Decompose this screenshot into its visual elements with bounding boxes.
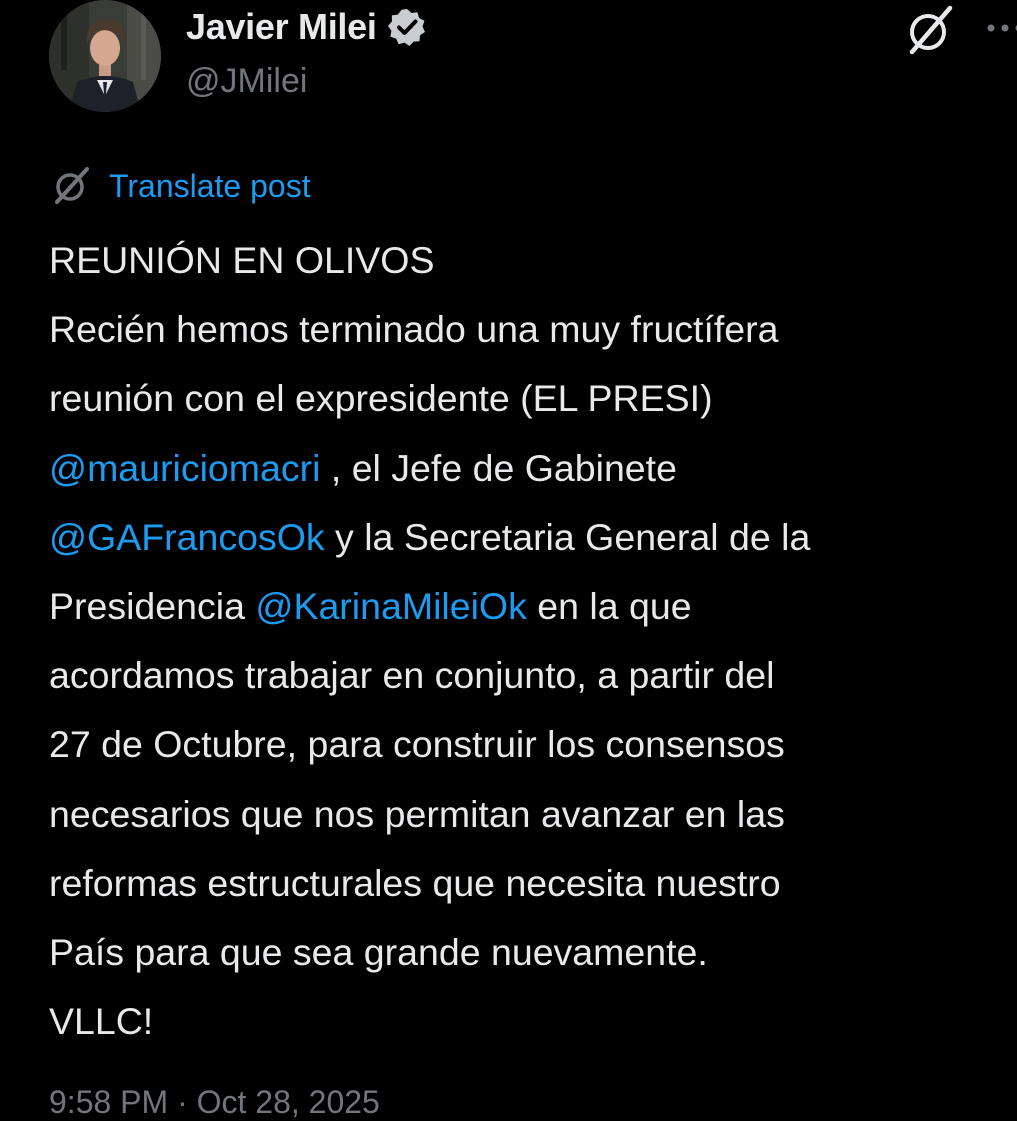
translate-row[interactable]: Translate post — [49, 164, 311, 208]
verified-badge-icon[interactable] — [387, 7, 427, 47]
post-timestamp[interactable]: 9:58 PM · Oct 28, 2025 — [49, 1084, 380, 1121]
post-line: VLLC! — [49, 987, 1017, 1056]
display-name[interactable]: Javier Milei — [186, 6, 377, 48]
post-line: necesarios que nos permitan avanzar en l… — [49, 780, 1017, 849]
mention-link[interactable]: @mauriciomacri — [49, 447, 320, 489]
post-line: Recién hemos terminado una muy fructífer… — [49, 295, 1017, 364]
post-line: Presidencia @KarinaMileiOk en la que — [49, 572, 1017, 641]
grok-icon[interactable] — [902, 2, 958, 58]
post-line: País para que sea grande nuevamente. — [49, 918, 1017, 987]
post-text-fragment: en la que — [527, 585, 692, 627]
post-text: REUNIÓN EN OLIVOS Recién hemos terminado… — [49, 226, 1017, 1056]
post-line: @GAFrancosOk y la Secretaria General de … — [49, 503, 1017, 572]
post-line: reunión con el expresidente (EL PRESI) — [49, 364, 1017, 433]
post-line: acordamos trabajar en conjunto, a partir… — [49, 641, 1017, 710]
post-line: reformas estructurales que necesita nues… — [49, 849, 1017, 918]
display-name-row: Javier Milei — [186, 2, 427, 52]
author-handle[interactable]: @JMilei — [186, 62, 307, 101]
post-line: REUNIÓN EN OLIVOS — [49, 226, 1017, 295]
post-text-fragment: Presidencia — [49, 585, 255, 627]
avatar[interactable] — [49, 0, 161, 112]
translate-post-link[interactable]: Translate post — [109, 168, 311, 205]
post-header: Javier Milei @JMilei — [0, 0, 1017, 140]
mention-link[interactable]: @GAFrancosOk — [49, 516, 325, 558]
post-line: 27 de Octubre, para construir los consen… — [49, 710, 1017, 779]
post-text-fragment: , el Jefe de Gabinete — [320, 447, 677, 489]
post-text-fragment: y la Secretaria General de la — [325, 516, 811, 558]
post-line: @mauriciomacri , el Jefe de Gabinete — [49, 434, 1017, 503]
more-icon[interactable] — [984, 16, 1017, 40]
grok-translate-icon — [49, 164, 93, 208]
mention-link[interactable]: @KarinaMileiOk — [255, 585, 526, 627]
